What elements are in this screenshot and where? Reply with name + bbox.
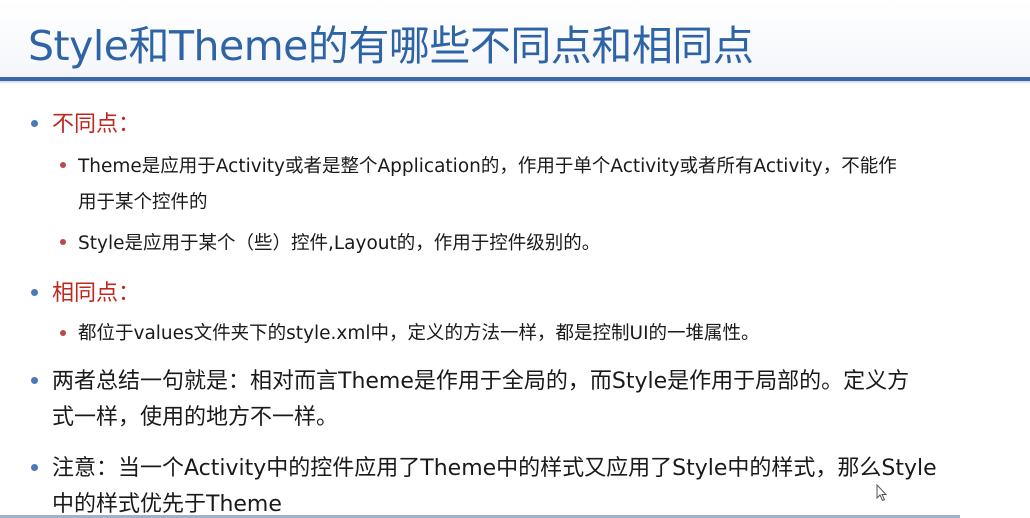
bullet-level2-icon (60, 239, 66, 245)
bullet-level2-icon (60, 162, 66, 168)
slide-title: Style和Theme的有哪些不同点和相同点 (28, 22, 754, 70)
summary-line-1: 两者总结一句就是：相对而言Theme是作用于全局的，而Style是作用于局部的。… (52, 369, 910, 394)
title-divider-shadow (0, 81, 1030, 84)
bullet-level1-icon (31, 464, 38, 471)
title-bar: Style和Theme的有哪些不同点和相同点 (0, 0, 1030, 78)
section-heading-similarities: 相同点： (52, 281, 141, 306)
bullet-level1-icon (31, 377, 38, 384)
slide: Style和Theme的有哪些不同点和相同点 不同点： Theme是应用于Act… (0, 0, 1030, 518)
difference-theme-line-1: Theme是应用于Activity或者是整个Application的，作用于单个… (78, 156, 897, 177)
section-heading-differences: 不同点： (52, 112, 141, 137)
summary-line-2: 式一样，使用的地方不一样。 (52, 405, 339, 430)
difference-theme-line-2: 用于某个控件的 (78, 192, 208, 213)
difference-style-line: Style是应用于某个（些）控件,Layout的，作用于控件级别的。 (78, 233, 601, 254)
note-line-1: 注意：当一个Activity中的控件应用了Theme中的样式又应用了Style中… (52, 456, 937, 481)
note-line-2: 中的样式优先于Theme (52, 492, 282, 517)
bullet-level2-icon (60, 330, 66, 336)
similarity-line: 都位于values文件夹下的style.xml中，定义的方法一样，都是控制UI的… (78, 323, 760, 344)
mouse-pointer-icon (876, 484, 888, 502)
bullet-level1-icon (31, 120, 38, 127)
bullet-level1-icon (31, 289, 38, 296)
